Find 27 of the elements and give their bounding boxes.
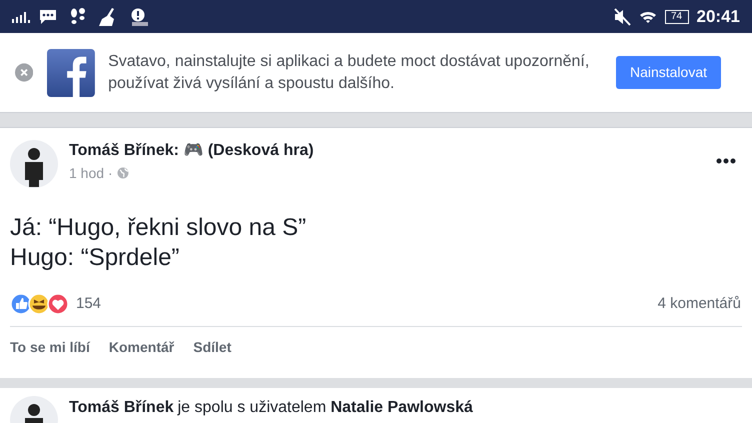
- footprints-icon: [70, 8, 86, 26]
- activity-text: : 🎮 (Desková hra): [174, 140, 314, 160]
- app-logo-icon: [47, 48, 96, 98]
- message-icon: [38, 8, 58, 24]
- reaction-count: 154: [76, 294, 102, 314]
- alert-icon: [130, 8, 150, 26]
- install-message: Svatavo, nainstalujte si aplikaci a budete moct dostávat upozornění, používat živá vysílání a spoustu dalšího.: [108, 52, 590, 94]
- activity-text: je spolu s uživatelem Natalie Pawlowská: [178, 398, 473, 418]
- muted-icon: [612, 8, 631, 26]
- like-button[interactable]: To se mi líbí: [10, 336, 90, 358]
- comment-button[interactable]: Komentář: [108, 336, 174, 358]
- separator-dot: ·: [108, 164, 113, 182]
- wifi-icon: [638, 10, 657, 24]
- post-time: 1 hod: [69, 164, 104, 182]
- comment-count[interactable]: 4 komentářů: [658, 293, 741, 316]
- more-options-icon[interactable]: [716, 158, 736, 164]
- globe-icon: [116, 167, 129, 179]
- reactions-icon[interactable]: [10, 293, 70, 316]
- signal-icon: [12, 10, 30, 22]
- author-name[interactable]: Tomáš Břínek: [69, 396, 174, 420]
- clock: 20:41: [696, 6, 740, 28]
- install-button[interactable]: Nainstalovat: [616, 56, 721, 89]
- battery-icon: 74: [664, 10, 689, 24]
- author-name[interactable]: Tomáš Břínek: [69, 138, 174, 162]
- avatar-icon: [10, 140, 58, 188]
- post-text: Já: “Hugo, řekni slovo na S” Hugo: “Sprdele”: [10, 213, 308, 273]
- share-button[interactable]: Sdílet: [193, 336, 232, 358]
